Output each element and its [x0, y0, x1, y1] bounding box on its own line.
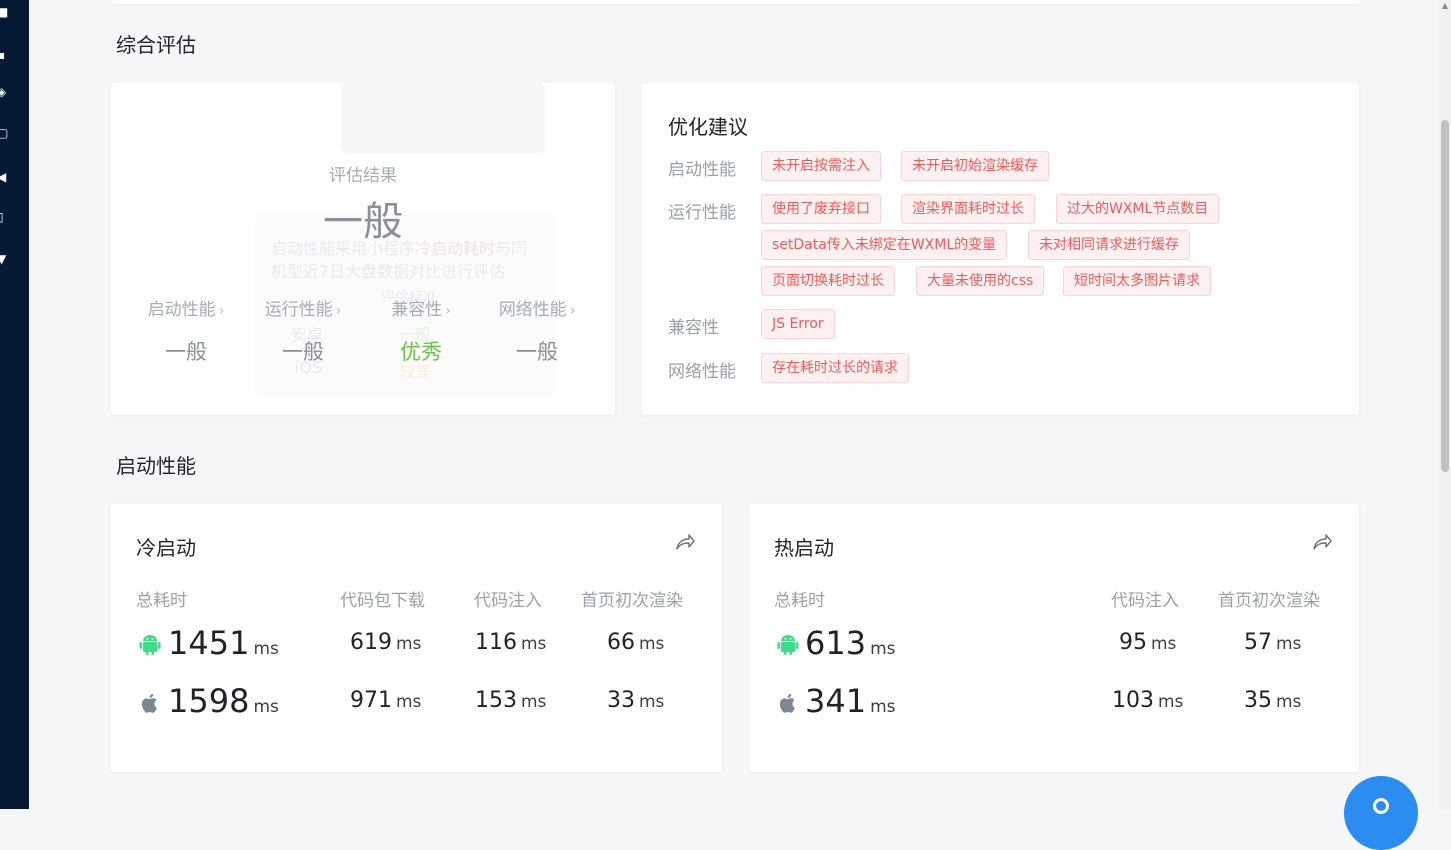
column-header-inject: 代码注入 [474, 591, 542, 611]
tooltip-ghost-line2: 机型近7日大盘数据对比进行评估 [271, 262, 506, 281]
evaluation-card: 启动性能采用小程序冷启动耗时与同 机型近7日大盘数据对比进行评估 评估标准 安卓… [111, 83, 615, 415]
suggestions-title: 优化建议 [668, 115, 748, 139]
suggestion-group-label: 运行性能 [668, 203, 736, 223]
android-icon [777, 635, 799, 655]
metric-compat-value: 优秀 [400, 340, 442, 364]
metric-startup-name: 启动性能 › [147, 300, 225, 320]
suggestion-tag[interactable]: 存在耗时过长的请求 [761, 353, 909, 383]
cold-ios-download: 971 ms [350, 688, 422, 713]
metric-runtime[interactable]: 运行性能 › 一般 [247, 295, 359, 366]
top-card-edge [112, 0, 1360, 4]
column-header-total: 总耗时 [774, 591, 825, 611]
chevron-right-icon: › [445, 303, 451, 319]
hot-android-inject: 95 ms [1119, 630, 1177, 655]
suggestion-tag[interactable]: 未开启按需注入 [761, 151, 881, 181]
cold-start-title: 冷启动 [136, 536, 196, 560]
metric-compat-name: 兼容性 › [391, 300, 451, 320]
hot-ios-render: 35 ms [1244, 688, 1302, 713]
nav-icon-1[interactable]: ■ [0, 7, 8, 18]
scrollbar-thumb[interactable] [1441, 120, 1449, 472]
nav-icon-4[interactable]: ▢ [0, 128, 8, 139]
help-fab-button[interactable] [1344, 776, 1418, 850]
sidebar: ■ ▪ ◈ ▢ ◀ ▯ ▼ [0, 0, 29, 809]
nav-icon-2[interactable]: ▪ [0, 50, 8, 61]
nav-icon-3[interactable]: ◈ [0, 87, 8, 98]
metric-network-name: 网络性能 › [498, 300, 576, 320]
cold-start-card: 冷启动 总耗时 代码包下载 代码注入 首页初次渲染 1451 ms 619 ms 1… [111, 504, 722, 772]
evaluation-result: 一般 [323, 199, 403, 245]
suggestion-tag[interactable]: 大量未使用的css [916, 266, 1045, 296]
cold-android-total: 1451 ms [168, 624, 279, 662]
share-icon[interactable] [674, 532, 696, 552]
suggestion-tag[interactable]: 过大的WXML节点数目 [1056, 194, 1220, 224]
metric-runtime-value: 一般 [282, 340, 324, 364]
suggestion-tag[interactable]: 未开启初始渲染缓存 [901, 151, 1049, 181]
apple-icon [779, 693, 795, 713]
help-icon [1373, 798, 1389, 814]
column-header-render: 首页初次渲染 [581, 591, 683, 611]
column-header-download: 代码包下载 [340, 591, 425, 611]
column-header-total: 总耗时 [136, 591, 187, 611]
metric-compat[interactable]: 兼容性 › 优秀 [365, 295, 477, 366]
cold-android-download: 619 ms [350, 630, 422, 655]
cold-android-render: 66 ms [607, 630, 665, 655]
share-icon[interactable] [1311, 532, 1333, 552]
suggestion-tag[interactable]: 页面切换耗时过长 [761, 266, 895, 296]
nav-icon-7[interactable]: ▼ [0, 254, 8, 265]
cold-android-inject: 116 ms [475, 630, 547, 655]
hot-ios-inject: 103 ms [1112, 688, 1184, 713]
startup-section-title: 启动性能 [116, 454, 196, 478]
apple-icon [141, 693, 157, 713]
suggestions-card: 优化建议 启动性能 未开启按需注入 未开启初始渲染缓存 运行性能 使用了废弃接口… [642, 83, 1359, 415]
cold-ios-total: 1598 ms [168, 682, 279, 720]
chevron-right-icon: › [218, 303, 225, 319]
ghost-panel [341, 83, 545, 153]
hot-android-total: 613 ms [805, 624, 896, 662]
evaluation-label: 评估结果 [329, 166, 397, 186]
nav-icon-5[interactable]: ◀ [0, 172, 8, 183]
metric-startup[interactable]: 启动性能 › 一般 [130, 295, 242, 366]
suggestion-group-label: 网络性能 [668, 362, 736, 382]
column-header-render: 首页初次渲染 [1218, 591, 1320, 611]
suggestion-tag[interactable]: JS Error [761, 309, 835, 339]
suggestion-tag[interactable]: 渲染界面耗时过长 [901, 194, 1035, 224]
suggestion-tag[interactable]: 短时间太多图片请求 [1063, 266, 1211, 296]
hot-start-title: 热启动 [774, 536, 834, 560]
metric-network[interactable]: 网络性能 › 一般 [481, 295, 593, 366]
suggestion-tag[interactable]: 使用了废弃接口 [761, 194, 881, 224]
hot-start-card: 热启动 总耗时 代码注入 首页初次渲染 613 ms 95 ms 57 ms 341 m… [749, 504, 1359, 772]
suggestion-tag[interactable]: 未对相同请求进行缓存 [1028, 230, 1190, 260]
metric-network-value: 一般 [516, 340, 558, 364]
suggestion-group-label: 兼容性 [668, 318, 719, 338]
hot-android-render: 57 ms [1244, 630, 1302, 655]
chevron-right-icon: › [569, 303, 576, 319]
overall-section-title: 综合评估 [116, 33, 196, 57]
suggestion-group-label: 启动性能 [668, 160, 736, 180]
android-icon [139, 635, 161, 655]
nav-icon-6[interactable]: ▯ [0, 212, 8, 223]
hot-ios-total: 341 ms [805, 682, 896, 720]
chevron-right-icon: › [335, 303, 342, 319]
scrollbar[interactable]: ▲ [1439, 0, 1451, 809]
suggestion-tag[interactable]: setData传入未绑定在WXML的变量 [761, 230, 1008, 260]
cold-ios-inject: 153 ms [475, 688, 547, 713]
scroll-up-arrow-icon[interactable]: ▲ [1439, 0, 1451, 12]
metric-startup-value: 一般 [165, 340, 207, 364]
metric-runtime-name: 运行性能 › [264, 300, 342, 320]
cold-ios-render: 33 ms [607, 688, 665, 713]
column-header-inject: 代码注入 [1111, 591, 1179, 611]
